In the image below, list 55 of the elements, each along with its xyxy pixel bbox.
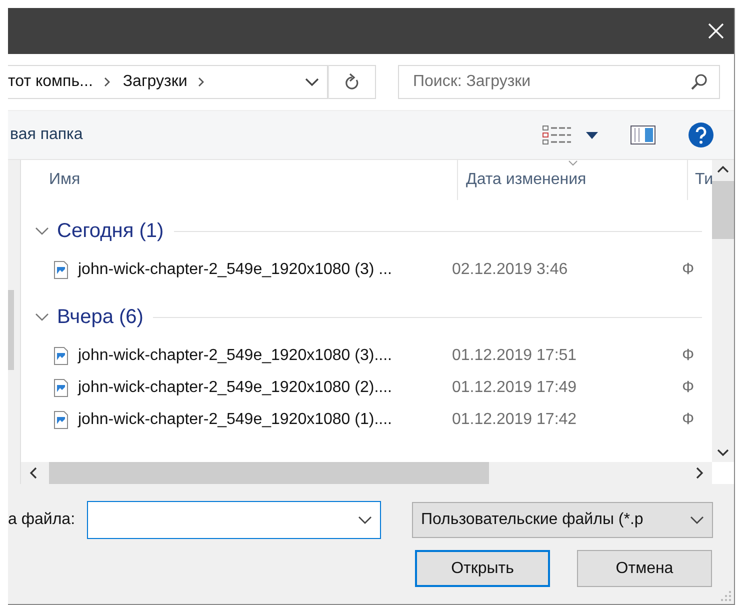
chevron-right-icon[interactable] — [197, 77, 206, 87]
address-bar[interactable]: тот компь... Загрузки — [8, 65, 328, 99]
image-file-icon — [54, 379, 68, 397]
file-name[interactable]: john-wick-chapter-2_549e_1920x1080 (3).... — [78, 347, 452, 365]
file-type-dropdown[interactable]: Пользовательские файлы (*.p — [412, 502, 713, 538]
preview-pane-icon[interactable] — [630, 125, 656, 145]
scrollbar-thumb[interactable] — [49, 462, 489, 484]
search-field[interactable]: Поиск: Загрузки — [398, 65, 720, 99]
chevron-down-icon[interactable] — [305, 78, 319, 86]
sort-caret-icon — [568, 160, 578, 166]
scroll-up-icon[interactable] — [717, 165, 729, 173]
vertical-scrollbar[interactable] — [712, 160, 734, 462]
file-type: Ф — [682, 379, 694, 397]
file-type: Ф — [682, 347, 694, 365]
caret-down-icon[interactable] — [586, 132, 598, 138]
file-date: 01.12.2019 17:51 — [452, 347, 578, 365]
group-title[interactable]: Сегодня (1) — [57, 220, 164, 242]
image-file-icon — [54, 347, 68, 365]
column-header[interactable]: Дата изменения — [458, 160, 688, 200]
group-title[interactable]: Вчера (6) — [57, 306, 144, 328]
chevron-down-icon — [690, 516, 704, 524]
scrollbar-thumb[interactable] — [712, 181, 734, 239]
file-name[interactable]: john-wick-chapter-2_549e_1920x1080 (3) ... — [78, 261, 452, 279]
image-file-icon — [54, 411, 68, 429]
breadcrumb[interactable]: Загрузки — [122, 73, 188, 91]
refresh-icon — [344, 73, 360, 91]
file-date: 01.12.2019 17:42 — [452, 411, 578, 429]
horizontal-scrollbar[interactable] — [21, 462, 712, 484]
file-name[interactable]: john-wick-chapter-2_549e_1920x1080 (1).... — [78, 411, 452, 429]
image-file-icon — [54, 261, 68, 279]
view-list-icon[interactable] — [542, 124, 572, 146]
field-label: а файла: — [8, 511, 76, 529]
column-header[interactable]: Имя — [31, 160, 458, 200]
breadcrumb[interactable]: тот компь... — [8, 73, 93, 91]
search-icon[interactable] — [690, 73, 708, 91]
resize-grip-icon[interactable] — [721, 591, 731, 601]
close-icon[interactable] — [708, 23, 724, 39]
open-button[interactable]: Открыть — [415, 550, 550, 587]
file-type: Ф — [682, 261, 694, 279]
help-icon[interactable] — [688, 122, 714, 148]
file-name[interactable]: john-wick-chapter-2_549e_1920x1080 (2).... — [78, 379, 452, 397]
file-date: 01.12.2019 17:49 — [452, 379, 578, 397]
file-date: 02.12.2019 3:46 — [452, 261, 569, 279]
chevron-right-icon[interactable] — [102, 77, 111, 87]
scroll-left-icon[interactable] — [29, 467, 37, 479]
scroll-right-icon[interactable] — [696, 467, 704, 479]
scroll-down-icon[interactable] — [717, 449, 729, 457]
column-header[interactable]: Ти — [688, 160, 712, 200]
refresh-button[interactable] — [328, 65, 376, 99]
file-type: Ф — [682, 411, 694, 429]
file-name-field[interactable] — [87, 501, 381, 539]
scrollbar-thumb[interactable] — [8, 290, 14, 370]
cancel-button[interactable]: Отмена — [577, 550, 712, 587]
new-folder-button[interactable]: вая папка — [10, 126, 83, 144]
chevron-down-icon[interactable] — [358, 516, 372, 525]
